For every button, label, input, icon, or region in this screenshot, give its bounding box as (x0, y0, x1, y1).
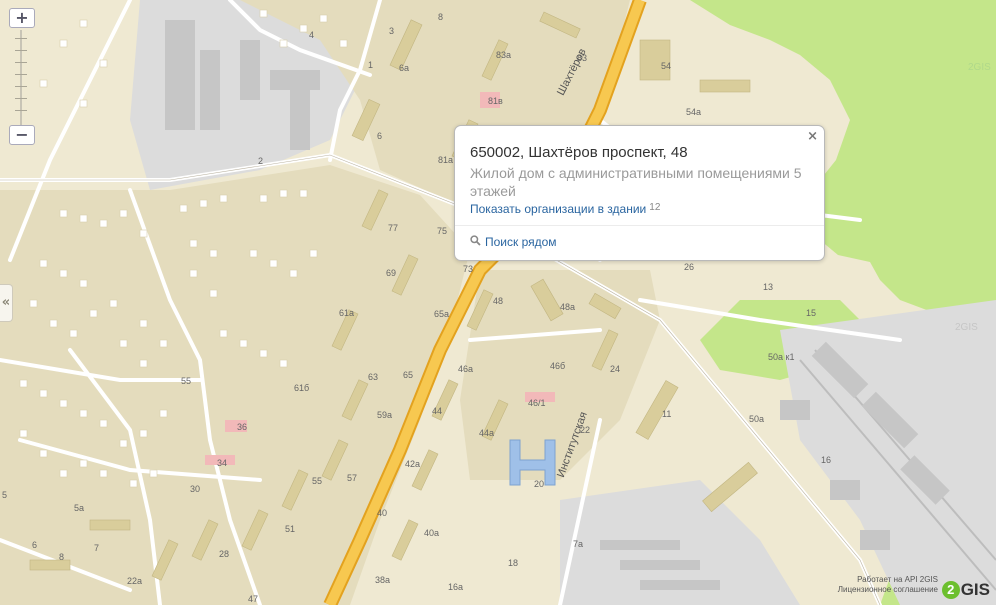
zoom-tick (15, 86, 27, 87)
house-number-label: 75 (437, 226, 448, 236)
house-number-label: 4 (309, 30, 315, 40)
house-number-label: 54а (686, 107, 702, 117)
house-number-label: 81в (488, 96, 503, 106)
license-agreement-link[interactable]: Лицензионное соглашение (838, 585, 938, 595)
show-organizations-link[interactable]: Показать организации в здании 12 (470, 202, 660, 216)
house-number-label: 16 (821, 455, 832, 465)
search-nearby-label: Поиск рядом (485, 235, 557, 249)
house-number-label: 1 (368, 60, 374, 70)
house-number-label: 6 (32, 540, 38, 550)
house-number-label: 13 (763, 282, 774, 292)
building-address: 650002, Шахтёров проспект, 48 (470, 144, 688, 161)
zoom-track[interactable] (20, 30, 22, 126)
house-number-label: 18 (508, 558, 519, 568)
2gis-logo-text: GIS (960, 580, 990, 599)
house-number-label: 46/1 (528, 398, 546, 408)
house-number-label: 65 (403, 370, 414, 380)
sidebar-toggle-button[interactable]: « (0, 284, 13, 322)
zoom-tick (15, 98, 27, 99)
house-number-label: 83а (496, 50, 512, 60)
organizations-count: 12 (649, 202, 661, 213)
house-number-label: 42а (405, 459, 421, 469)
house-number-label: 26 (684, 262, 695, 272)
house-number-label: 5а (74, 503, 85, 513)
zoom-control: + − (9, 8, 35, 148)
house-number-label: 44а (479, 428, 495, 438)
house-number-label: 3 (389, 26, 395, 36)
house-number-label: 22а (127, 576, 143, 586)
magnifier-icon (470, 235, 481, 249)
zoom-tick (15, 110, 27, 111)
house-number-label: 44 (432, 406, 443, 416)
house-number-label: 50а (749, 414, 765, 424)
map-watermark-right: 2GIS (955, 322, 978, 333)
house-number-label: 69 (386, 268, 397, 278)
house-number-label: 55 (181, 376, 192, 386)
house-number-label: 6а (399, 63, 410, 73)
house-number-label: 65а (434, 309, 450, 319)
house-number-label: 59а (377, 410, 393, 420)
house-number-label: 30 (190, 484, 201, 494)
house-number-label: 38а (375, 575, 391, 585)
house-number-label: 73 (463, 264, 474, 274)
map-footer: Работает на API 2GIS Лицензионное соглаш… (838, 575, 938, 595)
house-number-label: 46б (550, 361, 566, 371)
popup-close-button[interactable]: × (807, 129, 818, 144)
house-number-label: 77 (388, 223, 399, 233)
house-number-label: 16а (448, 582, 464, 592)
house-number-label: 51 (285, 524, 296, 534)
search-nearby-link[interactable]: Поиск рядом (470, 235, 557, 249)
house-number-label: 7а (573, 539, 584, 549)
house-number-label: 11 (662, 409, 672, 419)
zoom-tick (15, 50, 27, 51)
house-number-label: 20 (534, 479, 545, 489)
popup-divider (455, 225, 824, 226)
house-number-label: 50а к1 (768, 352, 795, 362)
zoom-in-button[interactable]: + (9, 8, 35, 28)
house-number-label: 55 (312, 476, 323, 486)
house-number-label: 34 (217, 458, 228, 468)
house-number-label: 24 (610, 364, 621, 374)
building-info-popup: × 650002, Шахтёров проспект, 48 Жилой до… (454, 125, 825, 261)
house-number-label: 5 (2, 490, 8, 500)
house-number-label: 8 (59, 552, 65, 562)
house-number-label: 57 (347, 473, 358, 483)
house-number-label: 48а (560, 302, 576, 312)
house-number-label: 46а (458, 364, 474, 374)
zoom-out-button[interactable]: − (9, 125, 35, 145)
house-number-label: 48 (493, 296, 504, 306)
house-number-label: 63 (368, 372, 379, 382)
house-number-label: 8 (438, 12, 444, 22)
house-number-label: 15 (806, 308, 817, 318)
house-number-label: 40а (424, 528, 440, 538)
house-number-label: 47 (248, 594, 259, 604)
house-number-label: 61б (294, 383, 310, 393)
house-number-label: 61а (339, 308, 355, 318)
house-number-label: 36 (237, 422, 248, 432)
zoom-tick (15, 74, 27, 75)
show-organizations-label: Показать организации в здании (470, 202, 647, 216)
2gis-logo-circle: 2 (941, 581, 960, 599)
house-number-label: 28 (219, 549, 230, 559)
2gis-logo[interactable]: 2 GIS (941, 579, 990, 601)
house-number-label: 6 (377, 131, 383, 141)
map-watermark-top-right: 2GIS (968, 62, 991, 73)
zoom-tick (15, 38, 27, 39)
api-credit-link[interactable]: Работает на API 2GIS (838, 575, 938, 585)
zoom-tick (15, 62, 27, 63)
house-number-label: 40 (377, 508, 388, 518)
house-number-label: 54 (661, 61, 672, 71)
building-description: Жилой дом с административными помещениям… (470, 165, 802, 199)
house-number-label: 2 (258, 156, 264, 166)
house-number-label: 81а (438, 155, 454, 165)
house-number-label: 7 (94, 543, 100, 553)
